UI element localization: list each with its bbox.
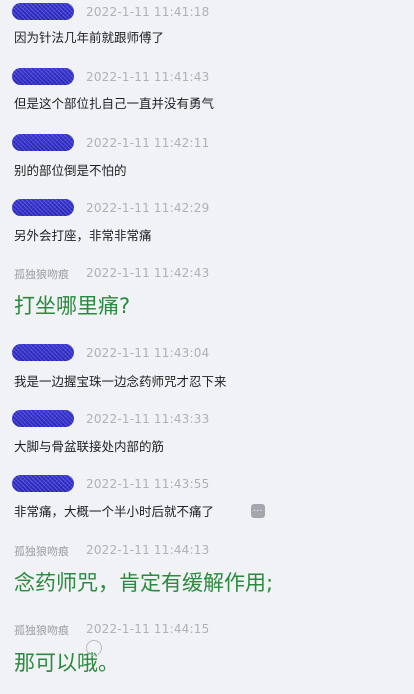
sender-name: 孤独狼吻痕 <box>14 545 69 558</box>
message-timestamp: 2022-1-11 11:43:04 <box>86 346 210 360</box>
message-text: 那可以哦。 <box>14 651 119 675</box>
message-text: 我是一边握宝珠一边念药师咒才忍下来 <box>14 374 227 389</box>
sender-avatar-redacted <box>12 68 74 85</box>
more-options-button[interactable]: ... <box>251 504 265 518</box>
message-timestamp: 2022-1-11 11:44:15 <box>86 622 210 636</box>
message-text: 因为针法几年前就跟师傅了 <box>14 30 165 45</box>
message-header: 2022-1-11 11:43:55 <box>0 474 414 494</box>
sender-avatar-redacted <box>12 134 74 151</box>
message-header: 2022-1-11 11:42:11 <box>0 133 414 153</box>
message-header: 2022-1-11 11:42:29 <box>0 198 414 218</box>
message-header: 孤独狼吻痕 2022-1-11 11:42:43 <box>0 263 414 283</box>
message-text: 但是这个部位扎自己一直并没有勇气 <box>14 96 215 111</box>
message-header: 2022-1-11 11:43:04 <box>0 343 414 363</box>
message-text: 另外会打座，非常非常痛 <box>14 228 152 243</box>
message-text: 念药师咒，肯定有缓解作用; <box>14 571 274 595</box>
sender-avatar-redacted <box>12 344 74 361</box>
message-timestamp: 2022-1-11 11:42:29 <box>86 201 210 215</box>
cursor-ring-icon <box>86 640 102 656</box>
message-timestamp: 2022-1-11 11:43:55 <box>86 477 210 491</box>
sender-avatar-redacted <box>12 199 74 216</box>
message-timestamp: 2022-1-11 11:42:11 <box>86 136 210 150</box>
sender-avatar-redacted <box>12 475 74 492</box>
message-text: 大脚与骨盆联接处内部的筋 <box>14 439 165 454</box>
message-text: 别的部位倒是不怕的 <box>14 163 127 178</box>
message-text: 打坐哪里痛? <box>14 294 131 318</box>
message-text: 非常痛，大概一个半小时后就不痛了 <box>14 504 215 519</box>
message-timestamp: 2022-1-11 11:43:33 <box>86 412 210 426</box>
sender-avatar-redacted <box>12 3 74 20</box>
message-timestamp: 2022-1-11 11:44:13 <box>86 543 210 557</box>
message-timestamp: 2022-1-11 11:42:43 <box>86 266 210 280</box>
sender-name: 孤独狼吻痕 <box>14 624 69 637</box>
message-timestamp: 2022-1-11 11:41:18 <box>86 5 210 19</box>
sender-avatar-redacted <box>12 410 74 427</box>
sender-name: 孤独狼吻痕 <box>14 268 69 281</box>
message-header: 2022-1-11 11:43:33 <box>0 409 414 429</box>
message-header: 孤独狼吻痕 2022-1-11 11:44:13 <box>0 540 414 560</box>
message-header: 2022-1-11 11:41:18 <box>0 2 414 22</box>
message-header: 孤独狼吻痕 2022-1-11 11:44:15 <box>0 619 414 639</box>
message-timestamp: 2022-1-11 11:41:43 <box>86 70 210 84</box>
message-header: 2022-1-11 11:41:43 <box>0 67 414 87</box>
chat-history: 2022-1-11 11:41:18 因为针法几年前就跟师傅了 2022-1-1… <box>0 0 414 694</box>
